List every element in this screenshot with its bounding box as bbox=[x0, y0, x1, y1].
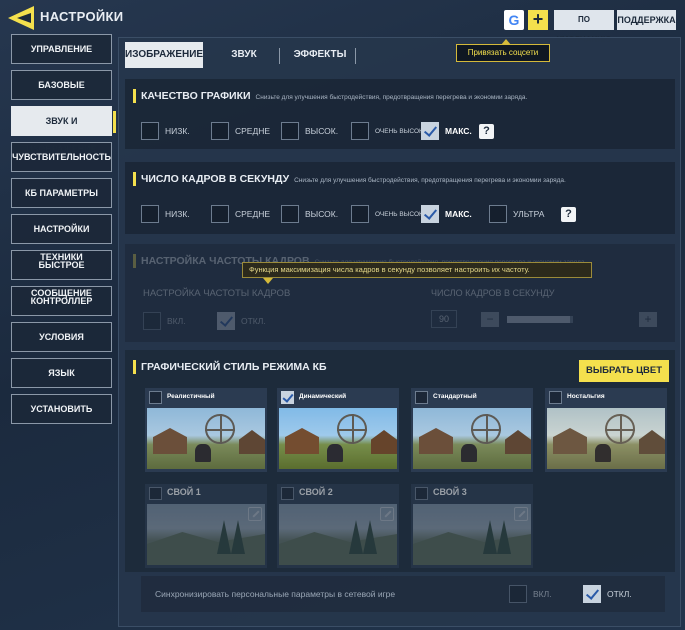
style-card-custom-3[interactable]: СВОЙ 3 bbox=[411, 484, 533, 568]
style-card-nostalgia[interactable]: Ностальгия bbox=[545, 388, 667, 472]
section-title: ЧИСЛО КАДРОВ В СЕКУНДУ Снизьте для улучше… bbox=[133, 172, 566, 186]
style-card-custom-2[interactable]: СВОЙ 2 bbox=[277, 484, 399, 568]
section-title: ГРАФИЧЕСКИЙ СТИЛЬ РЕЖИМА КБ bbox=[133, 360, 327, 374]
fps-slider-fill bbox=[507, 316, 570, 323]
sidebar-item-br-params[interactable]: КБ ПАРАМЕТРЫ bbox=[11, 178, 112, 208]
checkbox[interactable] bbox=[141, 205, 159, 223]
sidebar-item-sound-image[interactable]: ЗВУК И ИЗОБРАЖЕНИЕ bbox=[11, 106, 116, 154]
frame-rate-section: ЧИСЛО КАДРОВ В СЕКУНДУ Снизьте для улучше… bbox=[125, 162, 675, 234]
style-preview-image bbox=[547, 408, 665, 469]
edit-icon[interactable] bbox=[380, 507, 394, 521]
style-preview-image bbox=[279, 408, 397, 469]
page-title: НАСТРОЙКИ bbox=[40, 9, 124, 24]
section-title: КАЧЕСТВО ГРАФИКИ Снизьте для улучшения бы… bbox=[133, 89, 527, 103]
checkbox[interactable] bbox=[415, 391, 428, 404]
checkbox[interactable] bbox=[141, 122, 159, 140]
section-description: Снизьте для улучшения быстродействия, пр… bbox=[294, 177, 566, 184]
checkbox[interactable] bbox=[281, 205, 299, 223]
custom-preview-image bbox=[413, 504, 531, 565]
sync-settings-row: Синхронизировать персональные параметры … bbox=[141, 576, 665, 612]
checkbox[interactable] bbox=[489, 205, 507, 223]
checkbox[interactable] bbox=[143, 312, 161, 330]
custom-preview-image bbox=[147, 504, 265, 565]
checkbox-checked[interactable] bbox=[281, 391, 294, 404]
edit-icon[interactable] bbox=[514, 507, 528, 521]
checkbox[interactable] bbox=[549, 391, 562, 404]
checkbox[interactable] bbox=[509, 585, 527, 603]
default-button[interactable]: ПО УМОЛЧАНИЮ bbox=[554, 10, 614, 44]
checkbox[interactable] bbox=[149, 487, 162, 500]
fps-label: ЧИСЛО КАДРОВ В СЕКУНДУ bbox=[431, 288, 555, 298]
tab-sound[interactable]: ЗВУК bbox=[209, 42, 279, 68]
section-description: Снизьте для улучшения быстродействия, пр… bbox=[255, 94, 528, 101]
style-card-standard[interactable]: Стандартный bbox=[411, 388, 533, 472]
sidebar-item-quick-message[interactable]: БЫСТРОЕ СООБЩЕНИЕ bbox=[11, 250, 112, 298]
sync-label: Синхронизировать персональные параметры … bbox=[155, 589, 396, 599]
top-bar: НАСТРОЙКИ G + ПО УМОЛЧАНИЮ ПОДДЕРЖКА bbox=[0, 0, 685, 44]
frame-rate-setting-section: НАСТРОЙКА ЧАСТОТЫ КАДРОВСнизьте для улуч… bbox=[125, 244, 675, 342]
choose-color-button[interactable]: ВЫБРАТЬ ЦВЕТ bbox=[579, 360, 669, 382]
style-card-custom-1[interactable]: СВОЙ 1 bbox=[145, 484, 267, 568]
checkbox[interactable] bbox=[281, 487, 294, 500]
style-preview-image bbox=[147, 408, 265, 469]
link-social-tooltip: Привязать соцсети bbox=[456, 39, 550, 62]
tab-image[interactable]: ИЗОБРАЖЕНИЕ bbox=[125, 42, 203, 68]
settings-panel: ИЗОБРАЖЕНИЕ ЗВУК ЭФФЕКТЫ КАЧЕСТВО ГРАФИК… bbox=[118, 37, 681, 627]
sidebar-item-language[interactable]: ЯЗЫК bbox=[11, 358, 112, 388]
tab-divider bbox=[279, 48, 280, 64]
graphic-style-section: ГРАФИЧЕСКИЙ СТИЛЬ РЕЖИМА КБ ВЫБРАТЬ ЦВЕТ… bbox=[125, 350, 675, 572]
graphics-quality-section: КАЧЕСТВО ГРАФИКИ Снизьте для улучшения бы… bbox=[125, 79, 675, 149]
style-card-realistic[interactable]: Реалистичный bbox=[145, 388, 267, 472]
tab-divider bbox=[355, 48, 356, 64]
tab-effects[interactable]: ЭФФЕКТЫ bbox=[285, 42, 355, 68]
sidebar-item-vehicle[interactable]: НАСТРОЙКИ ТЕХНИКИ bbox=[11, 214, 112, 262]
fps-tooltip: Функция максимизация числа кадров в секу… bbox=[242, 262, 592, 284]
sidebar-item-basic[interactable]: БАЗОВЫЕ bbox=[11, 70, 112, 100]
checkbox[interactable] bbox=[149, 391, 162, 404]
style-card-dynamic[interactable]: Динамический bbox=[277, 388, 399, 472]
checkbox[interactable] bbox=[415, 487, 428, 500]
checkbox-checked[interactable] bbox=[583, 585, 601, 603]
add-social-button[interactable]: + bbox=[528, 10, 548, 30]
fps-slider[interactable] bbox=[507, 316, 573, 323]
checkbox[interactable] bbox=[211, 205, 229, 223]
checkbox[interactable] bbox=[211, 122, 229, 140]
help-icon[interactable]: ? bbox=[561, 207, 576, 222]
support-button[interactable]: ПОДДЕРЖКА bbox=[617, 10, 676, 30]
checkbox-checked[interactable] bbox=[421, 205, 439, 223]
sidebar-item-terms[interactable]: УСЛОВИЯ bbox=[11, 322, 112, 352]
google-button[interactable]: G bbox=[504, 10, 524, 30]
checkbox-checked[interactable] bbox=[421, 122, 439, 140]
checkbox[interactable] bbox=[351, 205, 369, 223]
sidebar-item-install[interactable]: УСТАНОВИТЬ bbox=[11, 394, 112, 424]
sidebar-item-controls[interactable]: УПРАВЛЕНИЕ bbox=[11, 34, 112, 64]
edit-icon[interactable] bbox=[248, 507, 262, 521]
help-icon[interactable]: ? bbox=[479, 124, 494, 139]
checkbox[interactable] bbox=[351, 122, 369, 140]
sidebar-item-controller[interactable]: КОНТРОЛЛЕР bbox=[11, 286, 112, 316]
sub-label: НАСТРОЙКА ЧАСТОТЫ КАДРОВ bbox=[143, 288, 291, 299]
fps-value: 90 bbox=[431, 310, 457, 328]
checkbox[interactable] bbox=[281, 122, 299, 140]
minus-button[interactable]: − bbox=[481, 312, 499, 327]
plus-button[interactable]: + bbox=[639, 312, 657, 327]
back-arrow-icon[interactable] bbox=[8, 6, 34, 30]
style-preview-image bbox=[413, 408, 531, 469]
custom-preview-image bbox=[279, 504, 397, 565]
sidebar: УПРАВЛЕНИЕ БАЗОВЫЕ ЗВУК И ИЗОБРАЖЕНИЕ ЧУ… bbox=[11, 34, 116, 430]
checkbox-checked[interactable] bbox=[217, 312, 235, 330]
